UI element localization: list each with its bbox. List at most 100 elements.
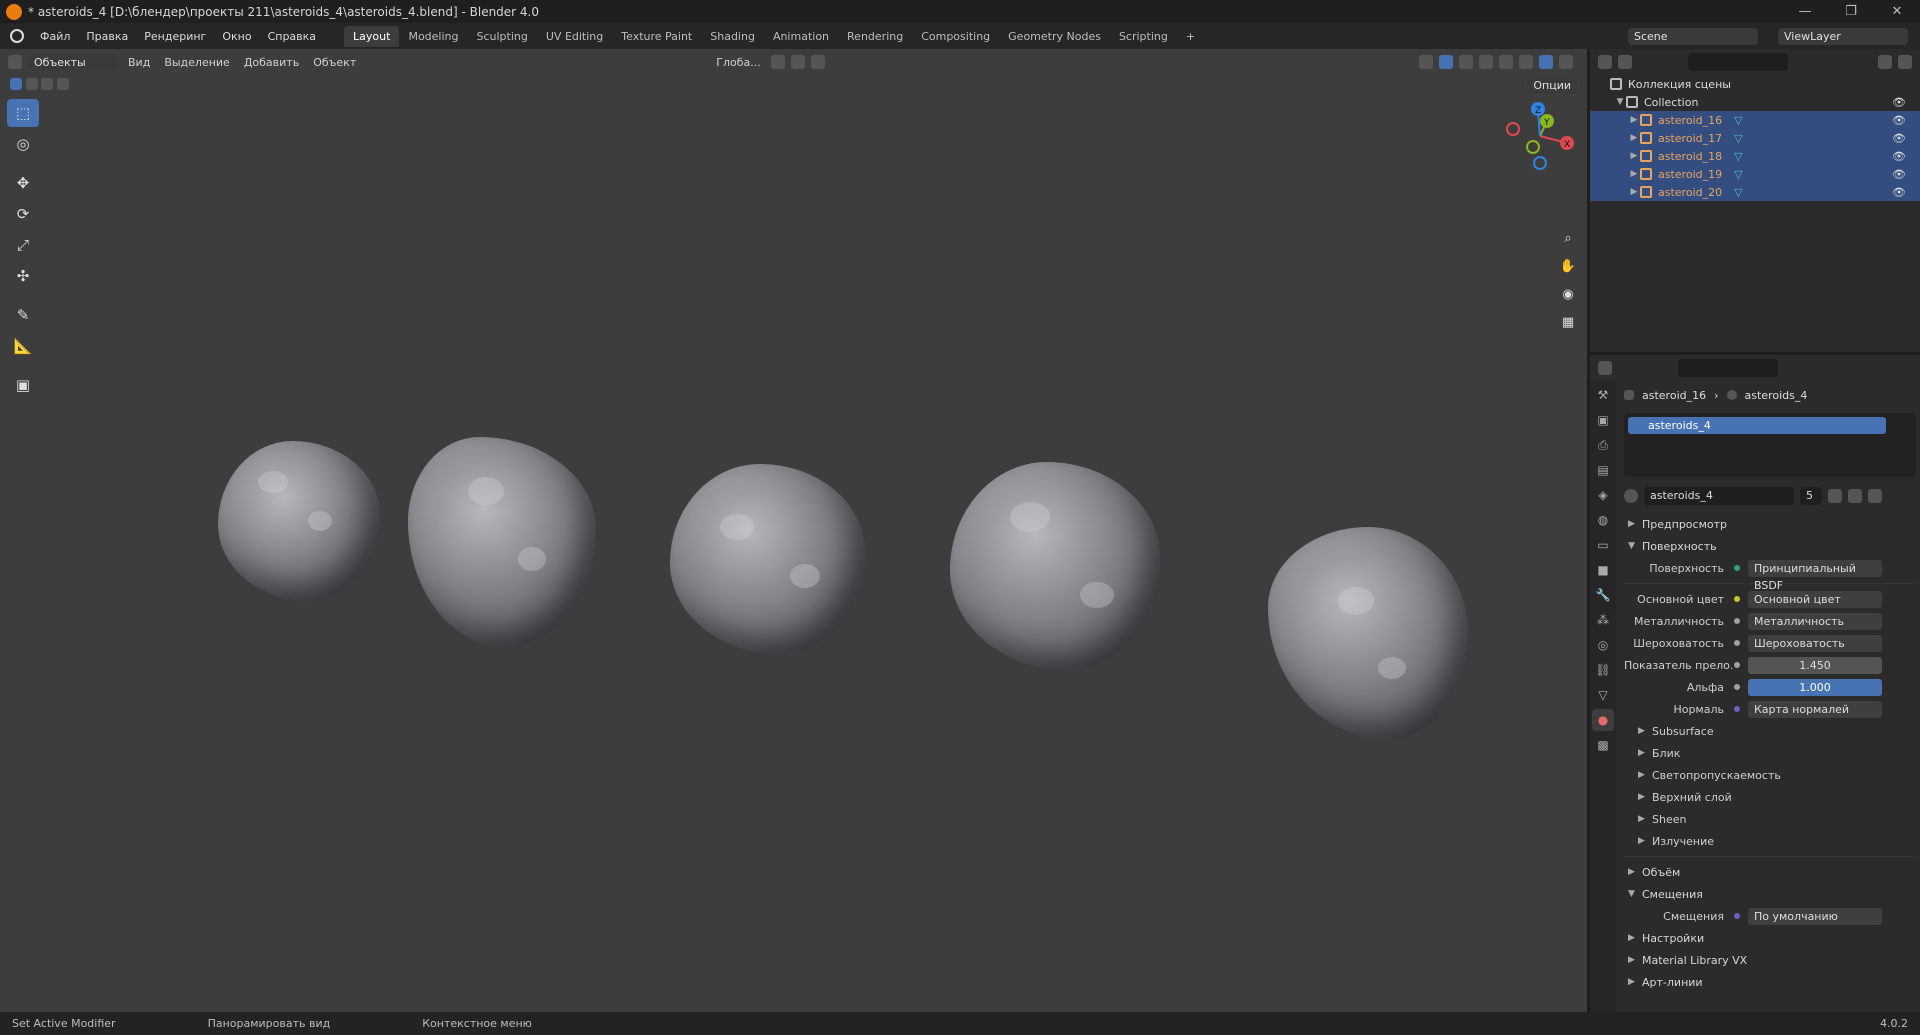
mode-selector[interactable]: Объекты — [28, 53, 118, 71]
add-workspace-icon[interactable]: + — [1177, 26, 1204, 47]
duplicate-icon[interactable] — [1848, 489, 1862, 503]
texture-tab-icon[interactable]: ▩ — [1592, 734, 1614, 756]
asteroid-mesh[interactable] — [1268, 527, 1468, 739]
move-tool-icon[interactable]: ✥ — [7, 169, 39, 197]
outliner-editor-icon[interactable] — [1598, 55, 1612, 69]
scene-collection-row[interactable]: Коллекция сцены — [1590, 75, 1920, 93]
workspace-tab-compositing[interactable]: Compositing — [912, 26, 999, 47]
surface-section[interactable]: ▼ Поверхность — [1624, 535, 1916, 557]
viewport-options-button[interactable]: Опции — [1527, 77, 1577, 94]
asteroid-mesh[interactable] — [670, 464, 865, 654]
navigation-gizmo[interactable]: X Y Z — [1503, 99, 1577, 219]
expand-icon[interactable]: ▶ — [1628, 115, 1640, 125]
material-shading-icon[interactable] — [1539, 55, 1553, 69]
workspace-tab-geometry-nodes[interactable]: Geometry Nodes — [999, 26, 1110, 47]
menu-select[interactable]: Выделение — [160, 56, 234, 69]
display-mode-icon[interactable] — [1618, 55, 1632, 69]
normal-field[interactable]: Карта нормалей — [1748, 700, 1882, 718]
select-subtract-icon[interactable] — [41, 78, 53, 90]
expand-icon[interactable]: ▶ — [1628, 187, 1640, 197]
menu-window[interactable]: Окно — [214, 30, 259, 43]
rotate-tool-icon[interactable]: ⟳ — [7, 200, 39, 228]
wireframe-shading-icon[interactable] — [1499, 55, 1513, 69]
minimize-icon[interactable]: — — [1782, 4, 1828, 19]
axis-gizmo[interactable]: X Y Z — [1503, 99, 1577, 173]
lineart-section[interactable]: ▶ Арт-линии — [1624, 971, 1916, 993]
displacement-field[interactable]: По умолчанию — [1748, 907, 1882, 925]
expand-icon[interactable]: ▼ — [1614, 97, 1626, 107]
material-library-section[interactable]: ▶ Material Library VX — [1624, 949, 1916, 971]
workspace-tab-rendering[interactable]: Rendering — [838, 26, 912, 47]
asteroid-mesh[interactable] — [950, 462, 1160, 670]
preview-section[interactable]: ▶ Предпросмотр — [1624, 513, 1916, 535]
base-color-field[interactable]: Основной цвет — [1748, 590, 1882, 608]
constraints-tab-icon[interactable]: ⛓ — [1592, 659, 1614, 681]
blender-menu-icon[interactable] — [10, 29, 24, 43]
proportional-edit-icon[interactable] — [810, 55, 825, 69]
mesh-data-icon[interactable]: ▽ — [1734, 150, 1742, 163]
material-slot[interactable]: asteroids_4 — [1628, 417, 1886, 434]
surface-shader-field[interactable]: Принципиальный BSDF — [1748, 559, 1882, 592]
subpanel-subsurface[interactable]: ▶ Subsurface — [1624, 720, 1916, 742]
solid-shading-icon[interactable] — [1519, 55, 1533, 69]
filter-icon[interactable] — [1878, 55, 1892, 69]
select-new-icon[interactable] — [10, 78, 22, 90]
transform-orientation[interactable]: Глоба... — [712, 56, 764, 69]
expand-icon[interactable]: ▶ — [1628, 133, 1640, 143]
visibility-icon[interactable] — [1419, 55, 1433, 69]
snap-icon[interactable] — [790, 55, 805, 69]
workspace-tab-modeling[interactable]: Modeling — [399, 26, 467, 47]
user-count[interactable]: 5 — [1800, 487, 1822, 505]
view-layer-selector[interactable]: ViewLayer — [1778, 27, 1908, 45]
outliner-object-row[interactable]: ▶ asteroid_16 ▽ 👁 — [1590, 111, 1920, 129]
subpanel-coat[interactable]: ▶ Верхний слой — [1624, 786, 1916, 808]
gizmo-toggle-icon[interactable] — [1439, 55, 1453, 69]
workspace-tab-scripting[interactable]: Scripting — [1110, 26, 1177, 47]
physics-tab-icon[interactable]: ◎ — [1592, 634, 1614, 656]
subpanel-sheen[interactable]: ▶ Sheen — [1624, 808, 1916, 830]
expand-icon[interactable]: ▶ — [1628, 169, 1640, 179]
subpanel-emission[interactable]: ▶ Излучение — [1624, 830, 1916, 852]
eye-icon[interactable]: 👁 — [1892, 186, 1906, 199]
menu-object[interactable]: Объект — [309, 56, 360, 69]
menu-render[interactable]: Рендеринг — [136, 30, 214, 43]
world-tab-icon[interactable]: ◍ — [1592, 509, 1614, 531]
mesh-data-icon[interactable]: ▽ — [1734, 168, 1742, 181]
outliner-object-row[interactable]: ▶ asteroid_17 ▽ 👁 — [1590, 129, 1920, 147]
workspace-tab-animation[interactable]: Animation — [764, 26, 838, 47]
eye-icon[interactable]: 👁 — [1892, 114, 1906, 127]
particles-tab-icon[interactable]: ⁂ — [1592, 609, 1614, 631]
add-cube-tool-icon[interactable]: ▣ — [7, 371, 39, 399]
mesh-data-icon[interactable]: ▽ — [1734, 132, 1742, 145]
collection-tab-icon[interactable]: ▭ — [1592, 534, 1614, 556]
menu-file[interactable]: Файл — [32, 30, 78, 43]
select-extend-icon[interactable] — [25, 78, 38, 90]
material-tab-icon[interactable]: ● — [1592, 709, 1614, 731]
scene-selector[interactable]: Scene — [1628, 27, 1758, 45]
pivot-icon[interactable] — [770, 55, 785, 69]
displacement-section[interactable]: ▼ Смещения — [1624, 883, 1916, 905]
browse-material-icon[interactable] — [1624, 489, 1638, 503]
measure-tool-icon[interactable]: 📐 — [7, 332, 39, 360]
eye-icon[interactable]: 👁 — [1892, 96, 1906, 109]
outliner-search-input[interactable] — [1688, 53, 1788, 71]
outliner-object-row[interactable]: ▶ asteroid_19 ▽ 👁 — [1590, 165, 1920, 183]
view-layer-tab-icon[interactable]: ▤ — [1592, 459, 1614, 481]
cursor-tool-icon[interactable]: ◎ — [7, 130, 39, 158]
expand-icon[interactable]: ▶ — [1628, 151, 1640, 161]
menu-edit[interactable]: Правка — [78, 30, 136, 43]
alpha-field[interactable]: 1.000 — [1748, 678, 1882, 696]
unlink-icon[interactable] — [1868, 489, 1882, 503]
menu-add[interactable]: Добавить — [240, 56, 303, 69]
data-tab-icon[interactable]: ▽ — [1592, 684, 1614, 706]
scene-tab-icon[interactable]: ◈ — [1592, 484, 1614, 506]
object-tab-icon[interactable]: ■ — [1592, 559, 1614, 581]
select-box-tool-icon[interactable]: ⬚ — [7, 99, 39, 127]
workspace-tab-sculpting[interactable]: Sculpting — [468, 26, 537, 47]
select-mode-icons[interactable] — [10, 77, 90, 91]
menu-help[interactable]: Справка — [260, 30, 324, 43]
transform-tool-icon[interactable]: ✣ — [7, 262, 39, 290]
ortho-grid-icon[interactable]: ▦ — [1556, 311, 1580, 335]
properties-editor-icon[interactable] — [1598, 361, 1612, 375]
metallic-field[interactable]: Металличность — [1748, 612, 1882, 630]
